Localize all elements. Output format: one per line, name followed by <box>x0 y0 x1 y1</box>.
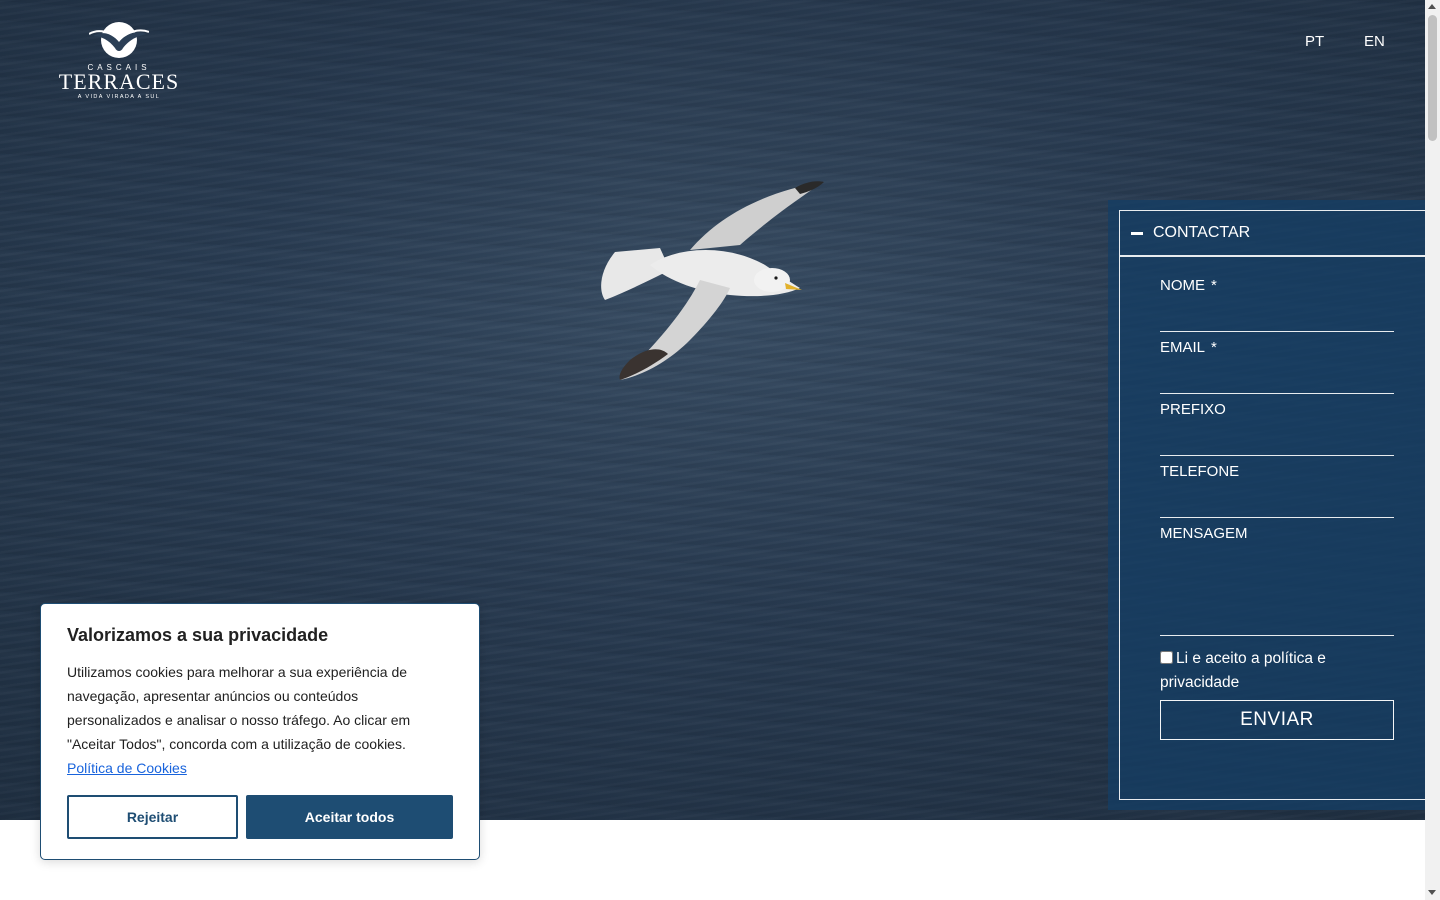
prefix-input[interactable] <box>1160 430 1394 456</box>
scroll-down-icon[interactable] <box>1428 890 1436 895</box>
cookie-title: Valorizamos a sua privacidade <box>67 625 329 645</box>
phone-label: TELEFONE <box>1160 463 1240 480</box>
phone-field-group: TELEFONE <box>1160 463 1394 518</box>
name-input[interactable] <box>1160 306 1394 332</box>
cookie-banner: Valorizamos a sua privacidade Utilizamos… <box>40 603 480 860</box>
message-textarea[interactable] <box>1160 554 1394 636</box>
submit-button[interactable]: ENVIAR <box>1160 700 1394 740</box>
accept-cookies-button[interactable]: Aceitar todos <box>246 795 453 839</box>
logo-main-text: TERRACES <box>58 69 180 94</box>
email-label: EMAIL * <box>1160 339 1217 356</box>
phone-input[interactable] <box>1160 492 1394 518</box>
logo-tagline: A VIDA VIRADA A SUL <box>77 94 161 100</box>
reject-cookies-button[interactable]: Rejeitar <box>67 795 238 839</box>
page-scrollbar[interactable] <box>1425 0 1440 900</box>
message-label: MENSAGEM <box>1160 525 1248 542</box>
cookie-policy-link[interactable]: Política de Cookies <box>67 760 187 776</box>
contact-panel: CONTACTAR NOME * EMAIL * PREFIXO TELEFONE … <box>1108 200 1425 810</box>
consent-label: Li e aceito a política e privacidade <box>1160 650 1326 691</box>
seagull-icon <box>601 181 824 380</box>
minus-icon <box>1131 231 1143 235</box>
scroll-up-icon[interactable] <box>1428 4 1436 9</box>
bird-logo-icon <box>89 22 149 58</box>
scroll-thumb[interactable] <box>1428 15 1437 141</box>
contact-form: CONTACTAR NOME * EMAIL * PREFIXO TELEFONE … <box>1119 210 1425 800</box>
prefix-label: PREFIXO <box>1160 401 1226 418</box>
cookie-text: Utilizamos cookies para melhorar a sua e… <box>67 664 411 776</box>
contact-toggle[interactable]: CONTACTAR <box>1120 211 1425 257</box>
email-input[interactable] <box>1160 368 1394 394</box>
contact-title: CONTACTAR <box>1153 224 1251 241</box>
language-pt-link[interactable]: PT <box>1305 33 1324 50</box>
consent-row: Li e aceito a política e privacidade <box>1160 647 1394 695</box>
prefix-field-group: PREFIXO <box>1160 401 1394 456</box>
site-logo[interactable]: CASCAIS TERRACES A VIDA VIRADA A SUL <box>56 18 182 108</box>
name-field-group: NOME * <box>1160 277 1394 332</box>
name-label: NOME * <box>1160 277 1217 294</box>
consent-checkbox[interactable] <box>1160 651 1173 664</box>
email-field-group: EMAIL * <box>1160 339 1394 394</box>
language-en-link[interactable]: EN <box>1364 33 1385 50</box>
message-field-group: MENSAGEM <box>1160 525 1394 636</box>
